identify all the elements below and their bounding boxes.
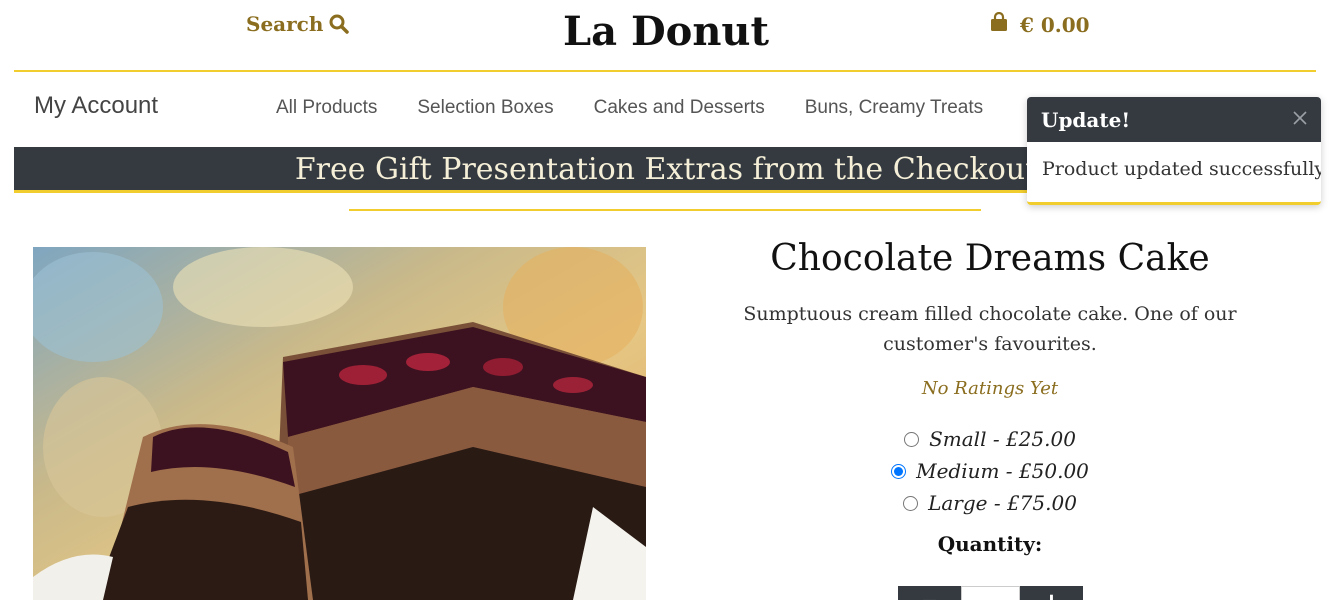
shopping-bag-icon [990, 11, 1008, 37]
cart-total: € 0.00 [1020, 12, 1090, 37]
brand-logo[interactable]: La Donut [563, 8, 769, 55]
toast-message: Product updated successfully [1042, 158, 1321, 180]
increment-button[interactable]: + [1020, 586, 1083, 600]
nav-item-cakes-and-desserts[interactable]: Cakes and Desserts [594, 97, 765, 119]
search-icon [329, 14, 350, 34]
close-icon[interactable] [1293, 110, 1307, 129]
size-option-small[interactable]: Small - £25.00 [904, 423, 1076, 455]
size-label-small: Small - £25.00 [929, 427, 1076, 451]
size-radio-large[interactable] [903, 495, 919, 511]
cart-link[interactable]: € 0.00 [990, 11, 1090, 37]
size-radio-small[interactable] [904, 431, 920, 447]
update-toast: Update! Product updated successfully [1027, 97, 1321, 205]
search-link[interactable]: Search [246, 12, 350, 36]
quantity-stepper: − + [898, 586, 1083, 600]
decrement-button[interactable]: − [898, 586, 961, 600]
quantity-label: Quantity: [937, 532, 1043, 556]
product-rating: No Ratings Yet [921, 378, 1059, 399]
nav-item-selection-boxes[interactable]: Selection Boxes [417, 97, 553, 119]
size-options: Small - £25.00 Medium - £50.00 Large - £… [700, 423, 1280, 519]
size-option-medium[interactable]: Medium - £50.00 [891, 455, 1089, 487]
my-account-menu[interactable]: My Account [34, 92, 158, 120]
size-option-large[interactable]: Large - £75.00 [903, 487, 1077, 519]
toast-header: Update! [1027, 97, 1321, 142]
main-nav: All Products Selection Boxes Cakes and D… [276, 97, 983, 119]
product-description: Sumptuous cream filled chocolate cake. O… [743, 303, 1237, 355]
product-details: Chocolate Dreams Cake Sumptuous cream fi… [700, 238, 1280, 556]
search-label: Search [246, 12, 324, 36]
header-divider [14, 70, 1316, 72]
size-label-medium: Medium - £50.00 [916, 459, 1089, 483]
product-image [33, 247, 646, 600]
banner-divider [349, 209, 981, 211]
quantity-input[interactable] [961, 586, 1020, 600]
size-radio-medium[interactable] [891, 463, 907, 479]
size-label-large: Large - £75.00 [928, 491, 1077, 515]
product-title: Chocolate Dreams Cake [770, 238, 1210, 279]
toast-title: Update! [1041, 107, 1131, 132]
nav-item-buns-creamy-treats[interactable]: Buns, Creamy Treats [805, 97, 983, 119]
nav-item-all-products[interactable]: All Products [276, 97, 377, 119]
